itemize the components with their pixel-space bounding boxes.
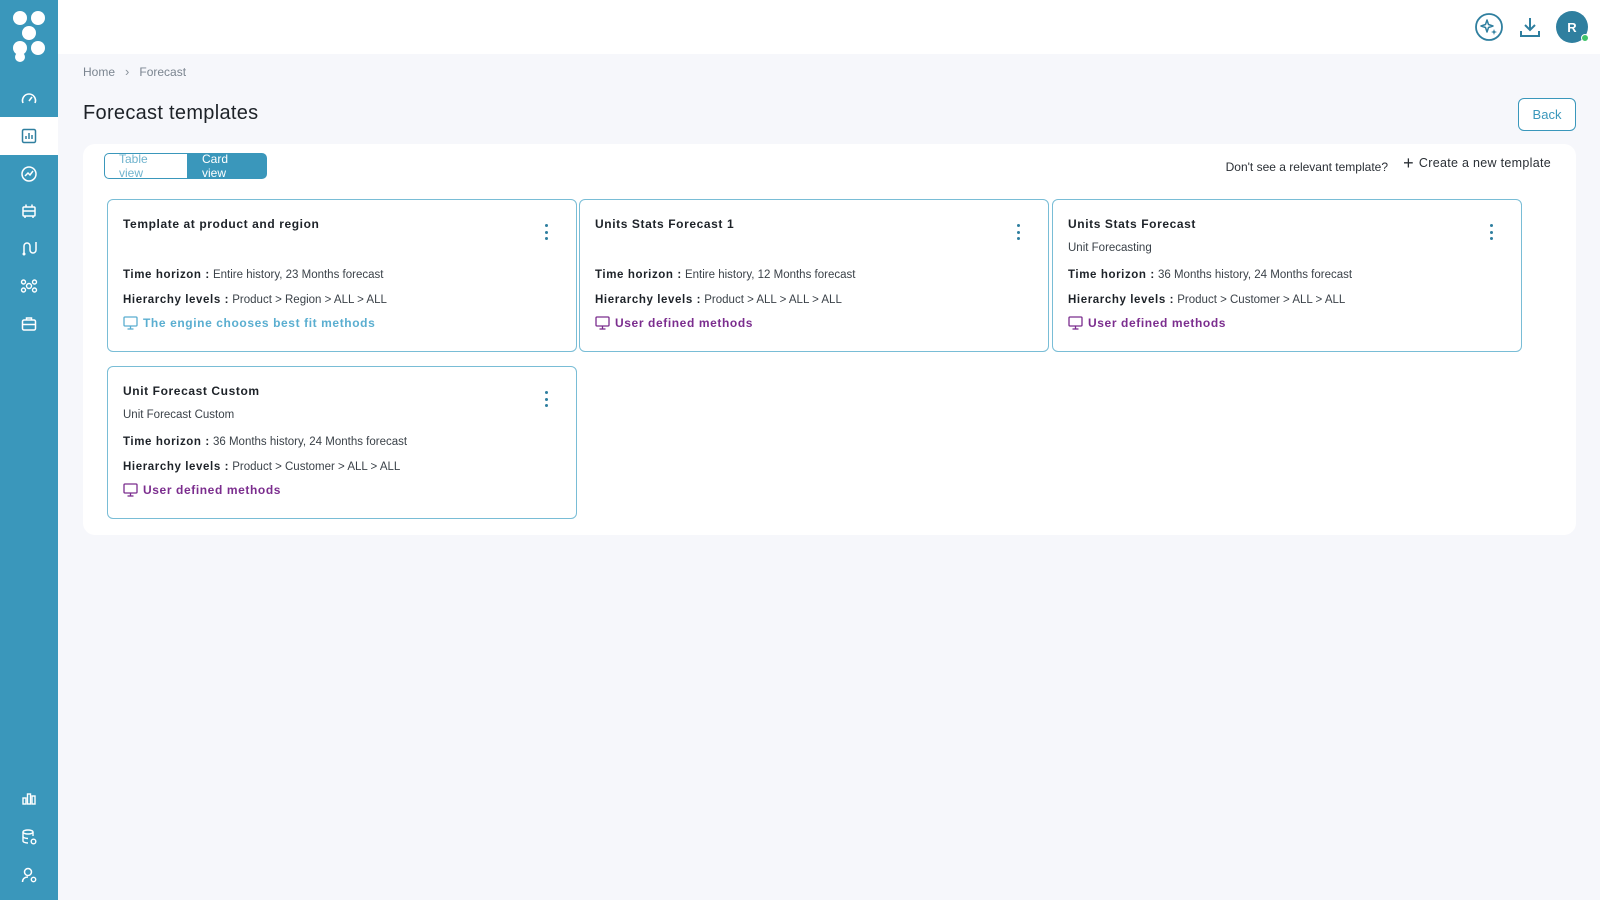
plus-icon: + xyxy=(1403,153,1414,173)
nav-inventory[interactable] xyxy=(0,192,58,230)
time-horizon-label: Time horizon : xyxy=(123,269,210,281)
hierarchy-value: Product > Customer > ALL > ALL xyxy=(1177,294,1346,306)
monitor-icon xyxy=(1068,316,1083,330)
monitor-icon xyxy=(123,483,138,497)
hierarchy-row: Hierarchy levels : Product > Region > AL… xyxy=(123,294,387,306)
nav-routes[interactable] xyxy=(0,229,58,267)
method-label: User defined methods xyxy=(143,483,282,497)
breadcrumb: Home › Forecast xyxy=(83,64,186,79)
time-horizon-value: Entire history, 23 Months forecast xyxy=(212,269,384,281)
hierarchy-row: Hierarchy levels : Product > Customer > … xyxy=(1068,294,1345,306)
view-toggle: Table view Card view xyxy=(104,152,267,180)
briefcase-icon xyxy=(21,317,37,331)
hierarchy-value: Product > Customer > ALL > ALL xyxy=(232,461,401,473)
download-button[interactable] xyxy=(1513,10,1547,44)
nav-user-settings[interactable] xyxy=(0,856,58,894)
method-row: The engine chooses best fit methods xyxy=(123,316,375,330)
hierarchy-label: Hierarchy levels : xyxy=(595,294,702,306)
chevron-right-icon: › xyxy=(125,64,130,79)
hierarchy-value: Product > Region > ALL > ALL xyxy=(232,294,387,306)
templates-panel: Table view Card view Don't see a relevan… xyxy=(83,144,1576,535)
hierarchy-label: Hierarchy levels : xyxy=(123,294,230,306)
nav-analytics[interactable] xyxy=(0,780,58,818)
card-title: Units Stats Forecast 1 xyxy=(595,217,735,231)
hierarchy-label: Hierarchy levels : xyxy=(1068,294,1175,306)
method-row: User defined methods xyxy=(123,483,281,497)
nodes-icon xyxy=(20,279,38,293)
card-title: Units Stats Forecast xyxy=(1068,217,1197,231)
time-horizon-row: Time horizon : Entire history, 12 Months… xyxy=(595,269,855,281)
card-description: Unit Forecast Custom xyxy=(123,409,235,421)
nav-forecast[interactable] xyxy=(0,117,58,155)
top-bar: R xyxy=(58,0,1600,54)
template-card[interactable]: Unit Forecast Custom Unit Forecast Custo… xyxy=(107,366,577,519)
app-logo[interactable] xyxy=(10,8,48,62)
create-template-label: Create a new template xyxy=(1418,156,1551,170)
breadcrumb-home[interactable]: Home xyxy=(83,65,115,79)
method-row: User defined methods xyxy=(595,316,753,330)
user-settings-icon xyxy=(21,867,37,883)
ai-sparkle-icon xyxy=(1475,13,1503,41)
avatar[interactable]: R xyxy=(1556,11,1589,43)
hierarchy-label: Hierarchy levels : xyxy=(123,461,230,473)
download-icon xyxy=(1520,18,1540,37)
page-title: Forecast templates xyxy=(83,102,259,124)
template-card[interactable]: Units Stats Forecast 1 Time horizon : En… xyxy=(579,199,1049,352)
monitor-icon xyxy=(123,316,138,330)
time-horizon-row: Time horizon : 36 Months history, 24 Mon… xyxy=(1068,269,1352,281)
nav-network[interactable] xyxy=(0,267,58,305)
create-template-button[interactable]: + Create a new template xyxy=(1403,153,1551,173)
speedometer-icon xyxy=(21,93,37,104)
card-title: Unit Forecast Custom xyxy=(123,384,260,398)
trend-circle-icon xyxy=(21,166,37,182)
time-horizon-row: Time horizon : 36 Months history, 24 Mon… xyxy=(123,436,407,448)
nav-dashboard[interactable] xyxy=(0,80,58,118)
route-icon xyxy=(22,242,37,256)
method-row: User defined methods xyxy=(1068,316,1226,330)
time-horizon-value: 36 Months history, 24 Months forecast xyxy=(212,436,408,448)
more-options-icon[interactable] xyxy=(541,391,551,407)
time-horizon-label: Time horizon : xyxy=(1068,269,1155,281)
template-card[interactable]: Units Stats Forecast Unit Forecasting Ti… xyxy=(1052,199,1522,352)
template-card[interactable]: Template at product and region Time hori… xyxy=(107,199,577,352)
template-prompt-text: Don't see a relevant template? xyxy=(1225,160,1388,174)
ai-sparkle-button[interactable] xyxy=(1472,10,1506,44)
card-description: Unit Forecasting xyxy=(1068,242,1152,254)
hierarchy-row: Hierarchy levels : Product > Customer > … xyxy=(123,461,400,473)
chart-report-icon xyxy=(21,128,37,144)
method-label: The engine chooses best fit methods xyxy=(143,316,376,330)
nav-trends[interactable] xyxy=(0,155,58,193)
time-horizon-row: Time horizon : Entire history, 23 Months… xyxy=(123,269,383,281)
hierarchy-value: Product > ALL > ALL > ALL xyxy=(704,294,842,306)
nav-portfolio[interactable] xyxy=(0,305,58,343)
more-options-icon[interactable] xyxy=(541,224,551,240)
database-settings-icon xyxy=(22,829,37,845)
bar-chart-icon xyxy=(22,793,36,805)
stack-box-icon xyxy=(22,204,36,218)
monitor-icon xyxy=(595,316,610,330)
time-horizon-label: Time horizon : xyxy=(595,269,682,281)
method-label: User defined methods xyxy=(1088,316,1227,330)
online-status-dot xyxy=(1581,34,1589,42)
avatar-initial: R xyxy=(1567,19,1577,35)
breadcrumb-forecast: Forecast xyxy=(139,64,187,79)
card-view-button[interactable]: Card view xyxy=(187,152,267,180)
more-options-icon[interactable] xyxy=(1013,224,1023,240)
time-horizon-value: 36 Months history, 24 Months forecast xyxy=(1157,269,1353,281)
method-label: User defined methods xyxy=(615,316,754,330)
time-horizon-value: Entire history, 12 Months forecast xyxy=(684,269,856,281)
time-horizon-label: Time horizon : xyxy=(123,436,210,448)
nav-data-settings[interactable] xyxy=(0,818,58,856)
table-view-button[interactable]: Table view xyxy=(104,152,187,180)
back-button[interactable]: Back xyxy=(1518,98,1576,131)
card-title: Template at product and region xyxy=(123,217,320,231)
sidebar xyxy=(0,0,58,900)
hierarchy-row: Hierarchy levels : Product > ALL > ALL >… xyxy=(595,294,842,306)
more-options-icon[interactable] xyxy=(1486,224,1496,240)
